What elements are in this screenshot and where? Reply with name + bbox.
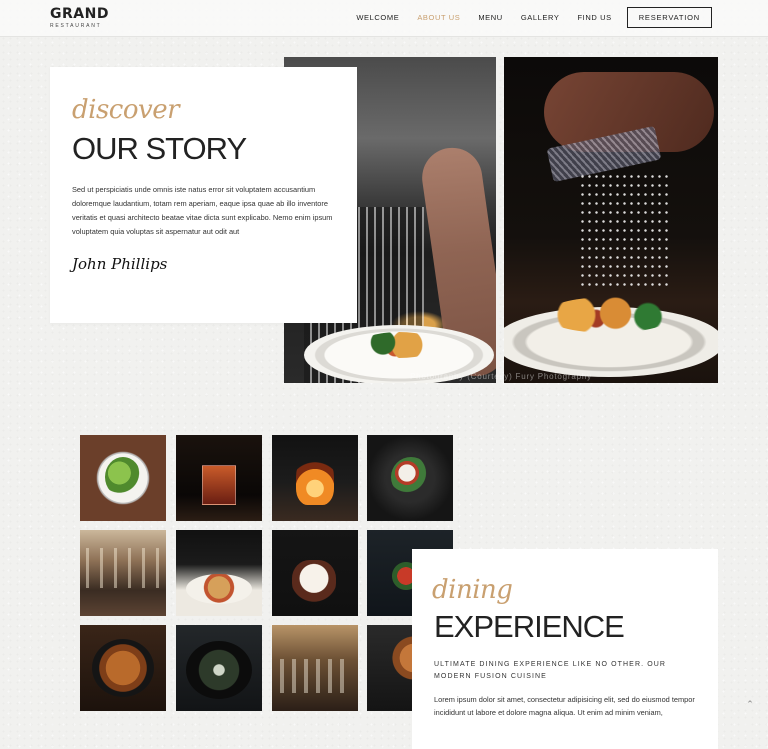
nav-find-us[interactable]: FIND US [577,13,611,22]
gallery-thumb-dessert[interactable] [272,530,358,616]
cheese-shavings [579,172,669,292]
plated-food [544,297,674,333]
section-heading: EXPERIENCE [434,609,625,644]
gallery-thumb-pasta[interactable] [176,530,262,616]
scroll-to-top-icon[interactable]: ⌃ [744,698,756,710]
gallery-thumb-squid-ink[interactable] [176,625,262,711]
gallery-thumb-cocktail[interactable] [176,435,262,521]
signature: John Phillips [72,255,168,273]
dining-text: Lorem ipsum dolor sit amet, consectetur … [434,695,695,717]
logo[interactable]: GRAND RESTAURANT [50,7,109,29]
gallery-thumb-salad[interactable] [80,435,166,521]
nav-welcome[interactable]: WELCOME [356,13,399,22]
script-title: dining [432,575,513,605]
photo-credit: Photography (Courtesy) Fury Photography [410,372,592,381]
plated-food [359,332,439,358]
section-heading: OUR STORY [72,131,247,166]
story-text: Sed ut perspiciatis unde omnis iste natu… [72,185,333,236]
site-header: GRAND RESTAURANT WELCOME ABOUT US MENU G… [0,0,768,37]
cheese-grating-photo [504,57,718,383]
logo-text: GRAND [50,6,109,22]
gallery-thumb-dining-room[interactable] [272,625,358,711]
logo-subtext: RESTAURANT [50,23,102,29]
story-card: discover OUR STORY Sed ut perspiciatis u… [50,67,357,323]
dining-card: dining EXPERIENCE ULTIMATE DINING EXPERI… [412,549,718,749]
gallery-thumb-appetizer[interactable] [367,435,453,521]
gallery-thumb-grill[interactable] [272,435,358,521]
gallery-thumb-roast[interactable] [80,625,166,711]
nav-gallery[interactable]: GALLERY [521,13,560,22]
dining-tagline: ULTIMATE DINING EXPERIENCE LIKE NO OTHER… [434,661,667,680]
script-title: discover [72,95,180,125]
reservation-button[interactable]: RESERVATION [626,7,712,28]
nav-about-us[interactable]: ABOUT US [417,13,460,22]
gallery-thumb-interior[interactable] [80,530,166,616]
nav-menu[interactable]: MENU [478,13,502,22]
main-nav: WELCOME ABOUT US MENU GALLERY FIND US RE… [338,7,712,28]
